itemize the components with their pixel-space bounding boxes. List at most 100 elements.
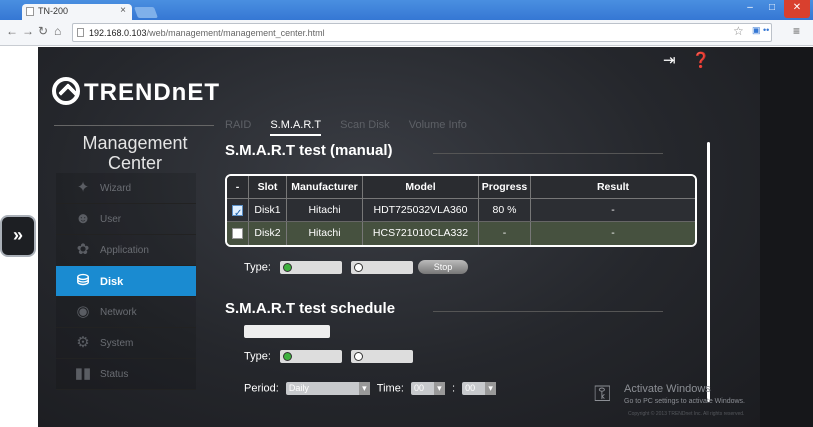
- reload-icon[interactable]: ↻: [38, 24, 48, 38]
- table-row[interactable]: Disk2 Hitachi HCS721010CLA332 - -: [227, 222, 695, 245]
- slot-cell: Disk1: [249, 199, 287, 221]
- minute-select[interactable]: 00: [462, 382, 497, 395]
- sidebar-item-user[interactable]: ☻ User: [56, 204, 196, 235]
- new-tab-button[interactable]: [133, 7, 159, 18]
- copyright-text: Copyright © 2013 TRENDnet Inc. All right…: [628, 411, 745, 417]
- page-icon: [77, 28, 84, 37]
- manufacturer-cell: Hitachi: [287, 199, 363, 221]
- scrollbar[interactable]: [707, 142, 710, 402]
- tab-raid[interactable]: RAID: [225, 119, 251, 131]
- expand-sidebar-button[interactable]: »: [0, 215, 36, 257]
- sidebar-item-label: Disk: [100, 276, 124, 288]
- col-header-slot: Slot: [249, 176, 287, 198]
- manual-type-row: Type:: [244, 261, 414, 274]
- tab-close-icon[interactable]: ×: [120, 5, 126, 16]
- user-icon: ☻: [75, 210, 91, 227]
- close-window-button[interactable]: ✕: [784, 0, 810, 18]
- schedule-type-row: Type:: [244, 350, 414, 363]
- menu-icon[interactable]: ≡: [793, 24, 800, 38]
- model-cell: HDT725032VLA360: [363, 199, 479, 221]
- sidebar-item-application[interactable]: ✿ Application: [56, 235, 196, 266]
- page: » TRENDnET ⇥ ❓ Management Center ✦ Wizar…: [0, 47, 813, 427]
- type-label: Type:: [244, 261, 271, 274]
- divider: [54, 125, 214, 126]
- system-icon: ⚙: [76, 334, 90, 351]
- period-row: Period: Daily Time: 00 : 00: [244, 382, 500, 395]
- enable-schedule-button[interactable]: [244, 325, 330, 338]
- row-checkbox-cell: [227, 199, 249, 225]
- time-separator: :: [452, 382, 456, 395]
- sidebar-item-network[interactable]: ◉ Network: [56, 297, 196, 328]
- disk1-checkbox[interactable]: [232, 203, 243, 225]
- col-header-select: -: [227, 176, 249, 198]
- sidebar-item-label: System: [100, 338, 134, 349]
- progress-cell: -: [479, 222, 531, 245]
- watermark-line2: Go to PC settings to activate Windows.: [624, 398, 745, 405]
- tab-smart[interactable]: S.M.A.R.T: [270, 119, 322, 136]
- sidebar-item-system[interactable]: ⚙ System: [56, 328, 196, 359]
- browser-tab[interactable]: TN-200 ×: [22, 4, 132, 20]
- smart-manual-title: S.M.A.R.T test (manual): [225, 142, 393, 159]
- help-icon[interactable]: ❓: [692, 52, 711, 69]
- progress-cell: 80 %: [479, 199, 531, 221]
- logout-icon[interactable]: ⇥: [663, 52, 676, 69]
- maximize-button[interactable]: □: [762, 0, 782, 18]
- stop-button[interactable]: Stop: [418, 260, 468, 274]
- forward-icon[interactable]: →: [22, 24, 34, 38]
- minimize-button[interactable]: –: [740, 0, 760, 18]
- table-row[interactable]: Disk1 Hitachi HDT725032VLA360 80 % -: [227, 199, 695, 225]
- sidebar-item-label: Wizard: [100, 183, 132, 194]
- disk2-checkbox[interactable]: [232, 227, 243, 239]
- type-extended-radio[interactable]: [351, 261, 414, 274]
- manufacturer-cell: Hitachi: [287, 222, 363, 245]
- col-header-progress: Progress: [479, 176, 531, 198]
- back-icon[interactable]: ←: [6, 24, 18, 38]
- home-icon[interactable]: ⌂: [54, 24, 61, 38]
- sidebar-item-label: Application: [100, 245, 149, 256]
- sidebar-item-label: Network: [100, 307, 137, 318]
- row-checkbox-cell: [227, 222, 249, 245]
- col-header-model: Model: [363, 176, 479, 198]
- extension-icon[interactable]: ▣ ••: [752, 25, 769, 36]
- bookmark-star-icon[interactable]: ☆: [733, 24, 744, 38]
- management-app: TRENDnET ⇥ ❓ Management Center ✦ Wizard …: [38, 47, 760, 427]
- page-icon: [26, 7, 34, 16]
- result-cell: -: [611, 227, 615, 239]
- url-input[interactable]: 192.168.0.103/web/management/management_…: [72, 23, 772, 42]
- divider: [433, 311, 663, 312]
- watermark-line1: Activate Windows: [624, 383, 711, 395]
- side-menu: ✦ Wizard ☻ User ✿ Application ⛁ Disk ◉ N…: [56, 173, 196, 390]
- logo-text: TRENDnET: [84, 79, 220, 106]
- table-header: - Slot Manufacturer Model Progress Resul…: [227, 176, 695, 199]
- col-header-manufacturer: Manufacturer: [287, 176, 363, 198]
- page-margin: [760, 47, 813, 427]
- network-icon: ◉: [76, 303, 90, 320]
- sidebar-item-label: User: [100, 214, 122, 225]
- smart-schedule-title: S.M.A.R.T test schedule: [225, 300, 396, 317]
- sidebar-item-label: Status: [100, 369, 129, 380]
- application-icon: ✿: [76, 241, 90, 258]
- schedule-type-quick-radio[interactable]: [279, 350, 342, 363]
- period-label: Period:: [244, 382, 279, 395]
- type-quick-radio[interactable]: [279, 261, 342, 274]
- url-host: 192.168.0.103: [89, 28, 147, 38]
- slot-cell: Disk2: [249, 222, 287, 245]
- tab-scan-disk[interactable]: Scan Disk: [340, 119, 390, 131]
- wizard-icon: ✦: [76, 179, 90, 196]
- top-icons: ⇥ ❓: [663, 51, 722, 69]
- time-label: Time:: [376, 382, 404, 395]
- smart-table: - Slot Manufacturer Model Progress Resul…: [225, 174, 697, 247]
- sidebar-item-wizard[interactable]: ✦ Wizard: [56, 173, 196, 204]
- col-header-result: Result: [596, 181, 630, 193]
- schedule-type-extended-radio[interactable]: [351, 350, 414, 363]
- address-bar-area: ← → ↻ ⌂ 192.168.0.103/web/management/man…: [0, 20, 813, 46]
- sidebar-item-status[interactable]: ▮▮ Status: [56, 359, 196, 390]
- key-icon: ⚿: [594, 381, 611, 406]
- model-cell: HCS721010CLA332: [363, 222, 479, 245]
- hour-select[interactable]: 00: [410, 382, 445, 395]
- management-center-title: Management Center: [82, 133, 188, 173]
- tab-title: TN-200: [38, 6, 69, 16]
- tab-volume-info[interactable]: Volume Info: [409, 119, 467, 131]
- period-select[interactable]: Daily: [285, 382, 370, 395]
- sidebar-item-disk[interactable]: ⛁ Disk: [56, 266, 196, 297]
